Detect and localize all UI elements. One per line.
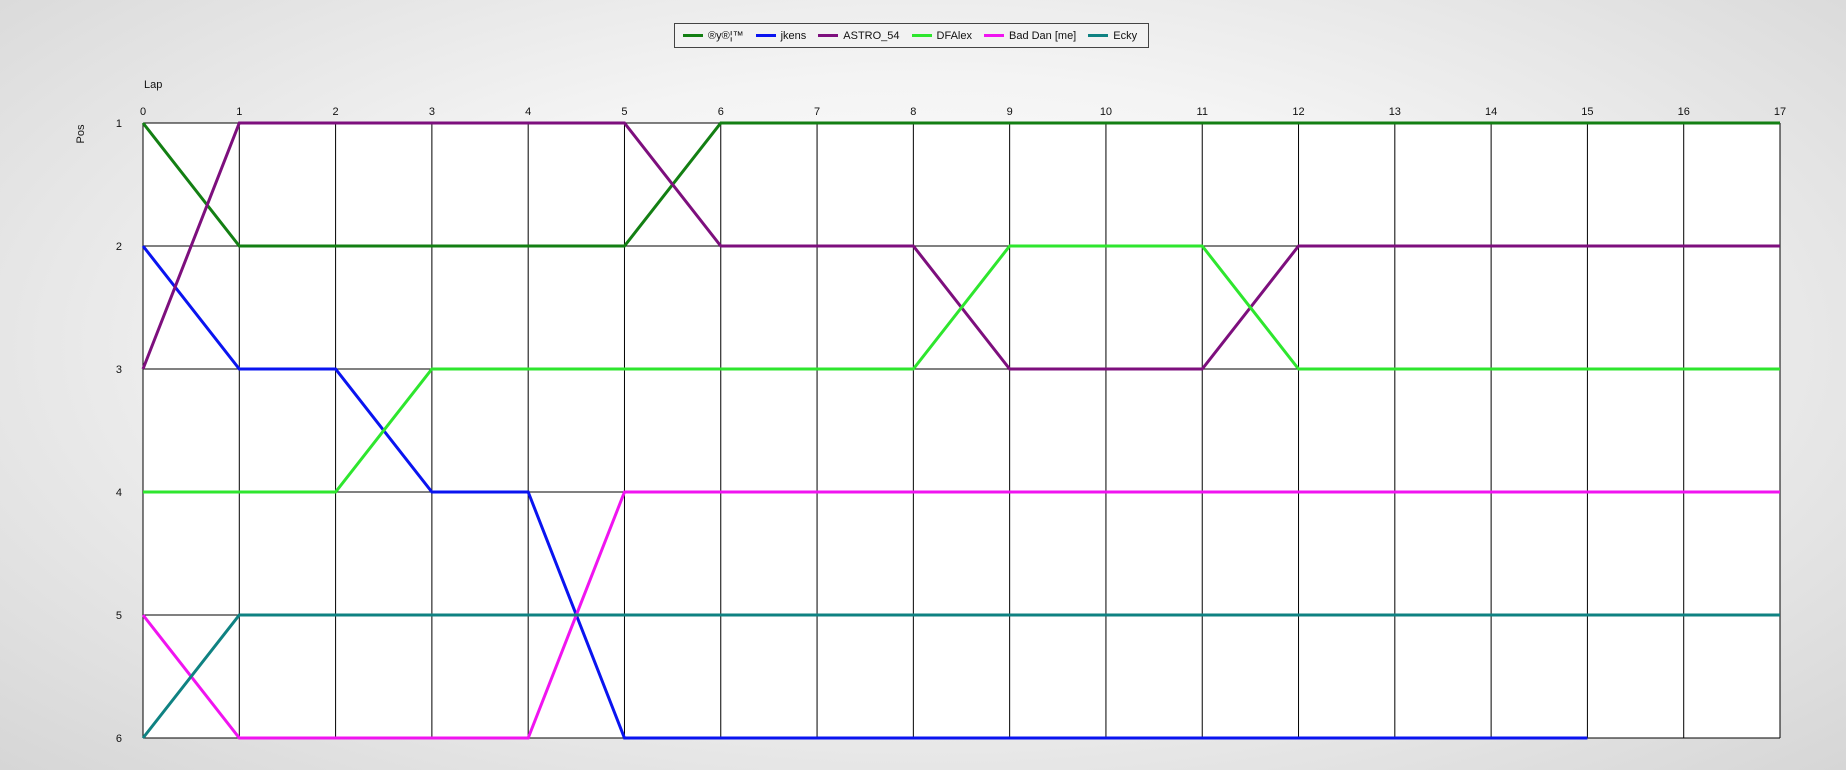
x-tick-label: 17 [1774, 106, 1786, 118]
x-tick-label: 10 [1100, 106, 1112, 118]
y-tick-label: 4 [116, 487, 122, 499]
x-tick-label: 2 [333, 106, 339, 118]
x-tick-label: 4 [525, 106, 531, 118]
x-tick-label: 6 [718, 106, 724, 118]
x-tick-label: 8 [910, 106, 916, 118]
y-tick-label: 5 [116, 610, 122, 622]
x-tick-label: 1 [236, 106, 242, 118]
x-tick-label: 12 [1292, 106, 1304, 118]
y-tick-label: 1 [116, 118, 122, 130]
y-tick-label: 2 [116, 241, 122, 253]
plot-area [143, 123, 1780, 738]
y-tick-label: 3 [116, 364, 122, 376]
y-tick-label: 6 [116, 733, 122, 745]
x-tick-label: 14 [1485, 106, 1497, 118]
y-axis-title: Pos [75, 124, 87, 143]
x-tick-label: 9 [1007, 106, 1013, 118]
position-chart: 0 1 2 3 4 5 6 7 8 9 10 11 12 13 14 15 16 17 123456 Lap Po… [75, 79, 1786, 745]
x-tick-label: 5 [621, 106, 627, 118]
x-tick-label: 0 [140, 106, 146, 118]
x-tick-label: 16 [1678, 106, 1690, 118]
x-tick-label: 11 [1197, 106, 1208, 118]
x-tick-labels: 0 1 2 3 4 5 6 7 8 9 10 11 12 13 14 15 16 17 [140, 106, 1786, 118]
x-tick-label: 3 [429, 106, 435, 118]
x-axis-title: Lap [144, 79, 162, 91]
x-tick-label: 7 [814, 106, 820, 118]
x-tick-label: 15 [1581, 106, 1593, 118]
y-tick-labels: 1 2 3 4 5 6 [116, 118, 122, 745]
x-tick-label: 13 [1389, 106, 1401, 118]
